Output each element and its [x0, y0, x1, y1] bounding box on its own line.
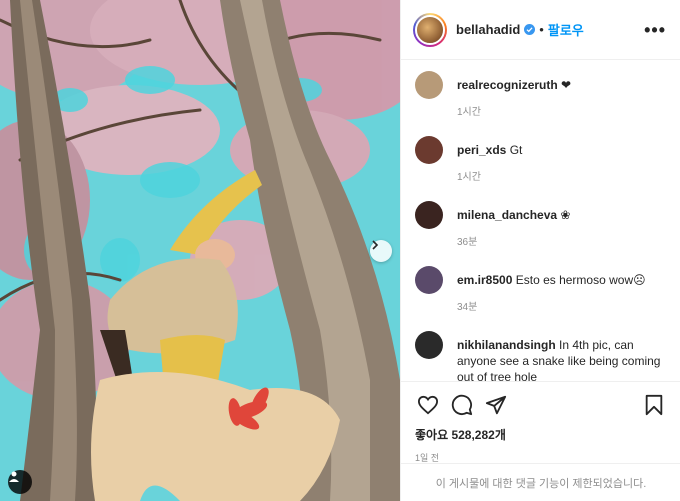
comments-disabled-notice: 이 게시물에 대한 댓글 기능이 제한되었습니다. [401, 463, 680, 501]
follow-button[interactable]: 팔로우 [548, 20, 584, 39]
comment-text: milena_dancheva ❀ [457, 207, 570, 223]
like-count[interactable]: 좋아요 528,282개 [415, 426, 667, 443]
comment-username[interactable]: peri_xds [457, 143, 506, 157]
comment-time[interactable]: 36분 [457, 233, 570, 248]
author-avatar[interactable] [413, 12, 447, 47]
comment-icon [451, 394, 473, 416]
comment-avatar[interactable] [415, 71, 443, 99]
comment-item: peri_xds Gt 1시간 [415, 136, 667, 199]
bookmark-icon [645, 394, 663, 416]
comment-text: peri_xds Gt [457, 142, 522, 158]
comment-username[interactable]: milena_dancheva [457, 208, 557, 222]
heart-icon [417, 395, 439, 415]
save-button[interactable] [641, 392, 667, 418]
comment-message: ❤ [561, 78, 572, 92]
post-actions-section: 좋아요 528,282개 1일 전 [401, 381, 680, 464]
comment-avatar[interactable] [415, 331, 443, 359]
comment-username[interactable]: em.ir8500 [457, 273, 512, 287]
action-buttons [415, 392, 667, 418]
post-header: bellahadid • 팔로우 ••• [401, 0, 680, 60]
comment-item: em.ir8500 Esto es hermoso wow☹ 34분 [415, 266, 667, 329]
comment-avatar[interactable] [415, 266, 443, 294]
author-username[interactable]: bellahadid [456, 22, 520, 37]
comment-time[interactable]: 1시간 [457, 103, 571, 118]
comment-text: em.ir8500 Esto es hermoso wow☹ [457, 272, 646, 288]
share-button[interactable] [483, 392, 509, 418]
post-photo[interactable] [0, 0, 400, 501]
user-tag-icon [9, 471, 19, 482]
user-tag-button[interactable] [8, 470, 32, 494]
comment-item: nikhilanandsingh In 4th pic, can anyone … [415, 331, 667, 381]
comment-text: realrecognizeruth ❤ [457, 77, 571, 93]
comment-text: nikhilanandsingh In 4th pic, can anyone … [457, 337, 667, 381]
comment-avatar[interactable] [415, 136, 443, 164]
post-side-panel: bellahadid • 팔로우 ••• realrecognizeruth ❤… [400, 0, 680, 501]
comment-username[interactable]: realrecognizeruth [457, 78, 558, 92]
comment-avatar[interactable] [415, 201, 443, 229]
comment-button[interactable] [449, 392, 475, 418]
share-icon [485, 395, 507, 415]
comment-message: Esto es hermoso wow☹ [515, 273, 646, 287]
verified-badge-icon [524, 24, 536, 35]
comment-list[interactable]: realrecognizeruth ❤ 1시간 peri_xds Gt 1시간 … [401, 61, 680, 381]
comment-message: Gt [509, 143, 523, 157]
like-button[interactable] [415, 392, 441, 418]
comment-username[interactable]: nikhilanandsingh [457, 338, 556, 352]
photo-illustration [0, 0, 400, 501]
comment-item: milena_dancheva ❀ 36분 [415, 201, 667, 264]
comment-item: realrecognizeruth ❤ 1시간 [415, 71, 667, 134]
separator-dot: • [539, 22, 544, 37]
next-photo-button[interactable] [370, 240, 392, 262]
more-options-icon[interactable]: ••• [644, 21, 666, 39]
comment-message: ❀ [560, 208, 571, 222]
comment-time[interactable]: 34분 [457, 298, 646, 313]
comment-time[interactable]: 1시간 [457, 168, 522, 183]
next-photo-arrow-icon [372, 240, 379, 250]
